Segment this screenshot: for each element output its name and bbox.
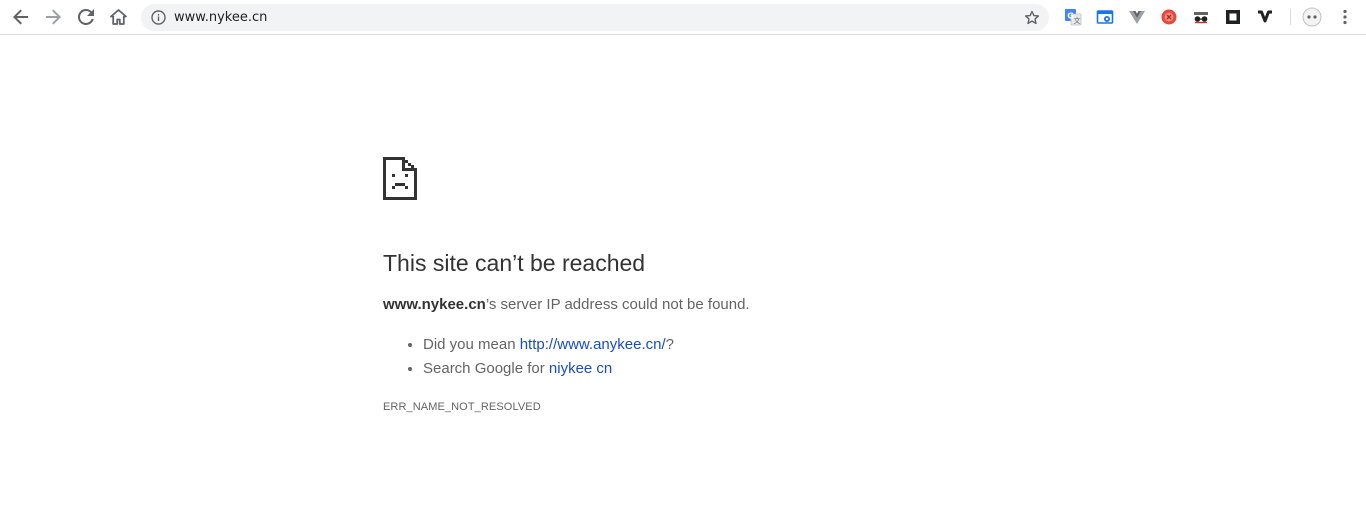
forward-arrow-icon — [46, 9, 61, 25]
svg-text:文: 文 — [1074, 16, 1081, 25]
error-summary-text: ’s server IP address could not be found. — [485, 296, 750, 313]
error-code: ERR_NAME_NOT_RESOLVED — [383, 401, 541, 413]
suggestion-2-prefix: Search Google for — [423, 360, 549, 377]
suggestion-search-google: Search Google for niykee cn — [423, 357, 674, 381]
suggestion-did-you-mean: Did you mean http://www.anykee.cn/? — [423, 333, 674, 357]
error-host: www.nykee.cn — [383, 296, 486, 313]
screenshot-extension-icon[interactable] — [1095, 7, 1115, 27]
v-extension-icon[interactable] — [1255, 7, 1275, 27]
suggestion-1-prefix: Did you mean — [423, 336, 520, 353]
back-button[interactable] — [8, 4, 34, 30]
toolbar-divider — [1290, 9, 1291, 25]
sad-page-icon — [383, 157, 417, 200]
info-icon[interactable] — [150, 9, 167, 26]
forward-button[interactable] — [40, 4, 66, 30]
reload-button[interactable] — [73, 4, 99, 30]
menu-kebab-icon[interactable] — [1335, 7, 1355, 27]
home-button[interactable] — [105, 4, 131, 30]
search-google-link[interactable]: niykee cn — [549, 360, 612, 377]
browser-toolbar: www.nykee.cn G 文 — [0, 0, 1366, 35]
url-text[interactable]: www.nykee.cn — [174, 4, 267, 31]
suggested-url-link[interactable]: http://www.anykee.cn/ — [520, 336, 666, 353]
suggestion-1-suffix: ? — [665, 336, 674, 353]
suggestions-list: Did you mean http://www.anykee.cn/? Sear… — [383, 333, 674, 381]
error-summary: www.nykee.cn’s server IP address could n… — [383, 295, 750, 315]
square-extension-icon[interactable] — [1223, 7, 1243, 27]
vue-devtools-icon[interactable] — [1127, 7, 1147, 27]
address-bar[interactable]: www.nykee.cn — [141, 4, 1049, 31]
home-icon — [109, 9, 127, 25]
bookmark-star-icon[interactable] — [1022, 8, 1041, 27]
incognito-mask-icon[interactable] — [1191, 7, 1211, 27]
adblock-icon[interactable] — [1159, 7, 1179, 27]
profile-avatar-icon[interactable] — [1302, 7, 1322, 27]
back-arrow-icon — [13, 9, 28, 25]
reload-icon — [78, 9, 94, 25]
error-headline: This site can’t be reached — [383, 250, 646, 276]
google-translate-icon[interactable]: G 文 — [1063, 7, 1083, 27]
